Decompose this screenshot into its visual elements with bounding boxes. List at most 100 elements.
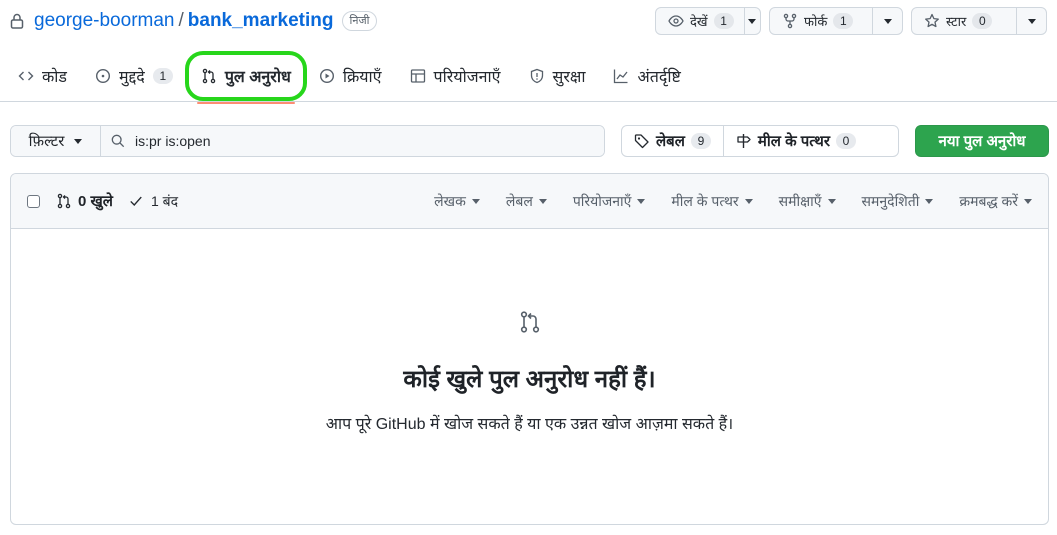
fork-button[interactable]: फोर्क 1 <box>770 8 872 34</box>
search-box <box>101 126 604 156</box>
star-icon <box>925 13 939 28</box>
play-icon <box>319 68 334 84</box>
tab-actions-label: क्रियाएँ <box>342 69 382 86</box>
tab-security-label: सुरक्षा <box>552 69 586 86</box>
closed-count-label: 1 बंद <box>150 192 179 209</box>
filter-label: फ़िल्टर <box>28 133 65 150</box>
caret-down-icon <box>1027 18 1036 24</box>
watch-count: 1 <box>713 13 734 29</box>
tab-code-label: कोड <box>42 69 67 86</box>
pull-request-icon <box>57 193 71 209</box>
repo-name-link[interactable]: bank_marketing <box>188 10 334 32</box>
repo-separator: / <box>178 10 184 31</box>
tab-projects[interactable]: परियोजनाएँ <box>402 56 509 96</box>
tab-pull-requests-label: पुल अनुरोध <box>224 69 291 86</box>
fork-icon <box>783 13 797 29</box>
fork-count: 1 <box>833 13 854 29</box>
star-button-group: स्टार 0 <box>911 7 1047 35</box>
star-label: स्टार <box>946 14 967 29</box>
graph-icon <box>614 69 628 84</box>
projects-filter[interactable]: परियोजनाएँ <box>573 192 646 211</box>
pull-request-icon <box>202 68 216 84</box>
author-filter-label: लेखक <box>434 193 466 209</box>
watch-button-group: देखें 1 <box>655 7 761 35</box>
milestones-button[interactable]: मील के पत्थर 0 <box>722 126 868 156</box>
reviews-filter[interactable]: समीक्षाएँ <box>779 192 836 211</box>
repo-actions: देखें 1 फोर्क 1 स्टार 0 <box>655 7 1047 35</box>
watch-button[interactable]: देखें 1 <box>656 8 744 34</box>
labels-count: 9 <box>690 133 711 149</box>
eye-icon <box>668 15 684 27</box>
table-icon <box>410 69 425 83</box>
tab-code[interactable]: कोड <box>10 56 75 96</box>
star-button[interactable]: स्टार 0 <box>912 8 1016 34</box>
pull-request-list: 0 खुले 1 बंद लेखक लेबल परियोजनाएँ मील के… <box>10 173 1049 525</box>
pull-request-icon <box>520 311 540 333</box>
tab-issues-count: 1 <box>152 68 173 84</box>
caret-down-icon <box>883 18 892 24</box>
search-input[interactable] <box>135 133 595 149</box>
tab-issues-label: मुद्ददे <box>119 69 145 86</box>
repo-nav: कोड मुद्ददे 1 पुल अनुरोध क्रियाएँ परियोज… <box>0 51 701 104</box>
milestones-filter[interactable]: मील के पत्थर <box>671 192 753 211</box>
header-filters: लेखक लेबल परियोजनाएँ मील के पत्थर समीक्ष… <box>434 174 1032 229</box>
fork-button-group: फोर्क 1 <box>769 7 903 35</box>
tab-insights-label: अंतर्दृष्टि <box>637 69 681 86</box>
assignee-filter[interactable]: समनुदेशिती <box>862 192 934 211</box>
sort-filter[interactable]: क्रमबद्ध करें <box>959 192 1032 211</box>
visibility-badge: निजी <box>341 11 378 31</box>
star-count: 0 <box>972 13 993 29</box>
shield-icon <box>530 68 543 84</box>
watch-dropdown-button[interactable] <box>743 8 760 34</box>
assignee-filter-label: समनुदेशिती <box>861 193 920 209</box>
new-pull-request-button[interactable]: नया पुल अनुरोध <box>915 125 1049 157</box>
caret-down-icon <box>1024 199 1032 204</box>
caret-down-icon <box>748 18 757 24</box>
check-icon <box>130 196 142 206</box>
select-all-checkbox[interactable] <box>27 194 40 208</box>
code-icon <box>18 71 34 81</box>
blankslate: कोई खुले पुल अनुरोध नहीं हैं। आप पूरे Gi… <box>11 230 1048 524</box>
tab-insights[interactable]: अंतर्दृष्टि <box>605 56 688 96</box>
caret-down-icon <box>637 199 646 204</box>
lock-icon <box>10 13 24 29</box>
labels-button[interactable]: लेबल 9 <box>622 126 723 156</box>
caret-down-icon <box>827 199 836 204</box>
filter-button[interactable]: फ़िल्टर <box>11 126 101 156</box>
projects-filter-label: परियोजनाएँ <box>572 193 632 209</box>
search-icon <box>111 134 125 148</box>
open-filter[interactable]: 0 खुले <box>56 191 113 211</box>
caret-down-icon <box>538 199 547 204</box>
watch-label: देखें <box>690 14 708 29</box>
star-dropdown-button[interactable] <box>1016 8 1046 34</box>
issue-icon <box>95 68 111 84</box>
labels-label: लेबल <box>656 133 685 150</box>
caret-down-icon <box>744 199 753 204</box>
label-filter-label: लेबल <box>505 193 533 209</box>
label-filter[interactable]: लेबल <box>506 192 547 211</box>
author-filter[interactable]: लेखक <box>434 192 480 211</box>
fork-label: फोर्क <box>804 14 828 29</box>
blankslate-title: कोई खुले पुल अनुरोध नहीं हैं। <box>403 366 656 393</box>
repo-owner-link[interactable]: george-boorman <box>34 10 174 32</box>
milestone-icon <box>737 134 751 148</box>
caret-down-icon <box>471 199 480 204</box>
tag-icon <box>634 134 649 149</box>
filter-group: फ़िल्टर <box>10 125 605 157</box>
caret-down-icon <box>925 199 934 204</box>
subnav: फ़िल्टर लेबल 9 मील के पत्थर 0 <box>10 125 1049 157</box>
tab-actions[interactable]: क्रियाएँ <box>311 56 390 96</box>
tab-issues[interactable]: मुद्ददे 1 <box>87 56 181 96</box>
milestones-count: 0 <box>835 133 856 149</box>
reviews-filter-label: समीक्षाएँ <box>778 193 822 209</box>
fork-dropdown-button[interactable] <box>872 8 902 34</box>
closed-filter[interactable]: 1 बंद <box>129 192 178 211</box>
caret-down-icon <box>74 138 83 144</box>
tab-pull-requests[interactable]: पुल अनुरोध <box>184 51 307 104</box>
labels-milestones-group: लेबल 9 मील के पत्थर 0 <box>621 125 899 157</box>
milestones-filter-label: मील के पत्थर <box>671 193 739 209</box>
list-header: 0 खुले 1 बंद लेखक लेबल परियोजनाएँ मील के… <box>11 174 1048 229</box>
tab-projects-label: परियोजनाएँ <box>433 69 501 86</box>
sort-filter-label: क्रमबद्ध करें <box>959 193 1018 209</box>
tab-security[interactable]: सुरक्षा <box>521 56 594 96</box>
